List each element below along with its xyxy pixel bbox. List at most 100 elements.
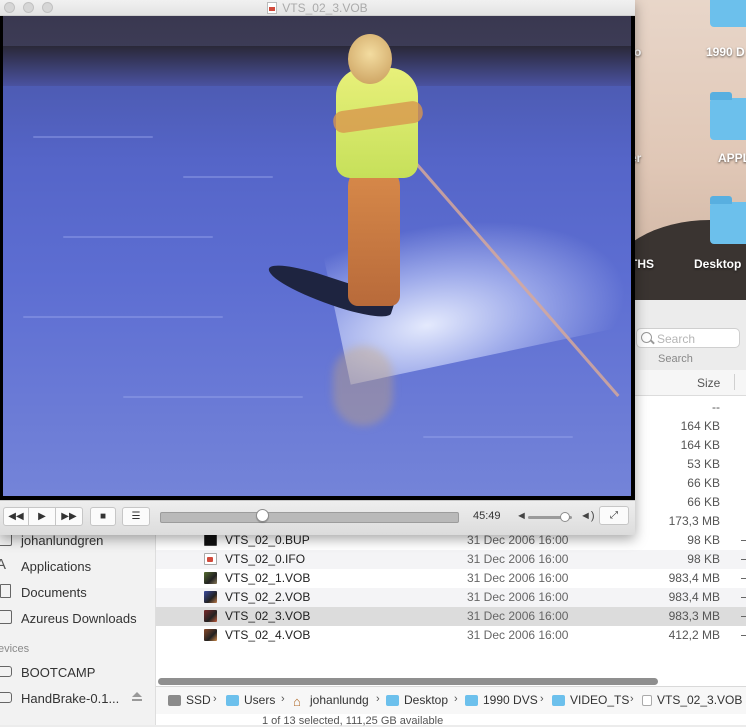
volume-high-icon[interactable]: ◄) (580, 510, 595, 522)
path-separator: › (630, 693, 634, 705)
file-name: VTS_02_1.VOB (225, 571, 311, 585)
applications-icon: A (0, 556, 7, 573)
file-kind (741, 597, 746, 598)
folder-icon (0, 610, 12, 624)
size-cell: 164 KB (680, 438, 720, 452)
file-size: 98 KB (687, 533, 720, 547)
size-cell: 53 KB (687, 457, 720, 471)
documents-icon (0, 584, 11, 598)
path-item-home[interactable]: johanlundg (293, 693, 369, 707)
sidebar-item-label: Azureus Downloads (21, 611, 137, 626)
video-frame[interactable] (3, 16, 631, 496)
table-row[interactable]: VTS_02_1.VOB 31 Dec 2006 16:00 983,4 MB (156, 569, 746, 588)
desktop-item-label[interactable]: Desktop (694, 257, 741, 271)
size-column-header[interactable]: Size (630, 370, 746, 396)
search-input[interactable]: Search (636, 328, 740, 348)
video-skier-head (348, 34, 392, 84)
desktop-folder-icon[interactable] (690, 92, 746, 158)
file-kind (741, 540, 746, 541)
sidebar-item-handbrake[interactable]: HandBrake-0.1... (0, 687, 155, 709)
rewind-button[interactable]: ◀◀ (3, 507, 29, 526)
stop-button[interactable]: ■ (90, 507, 116, 526)
path-item-video-ts[interactable]: VIDEO_TS (552, 693, 629, 707)
file-name: VTS_02_3.VOB (225, 609, 311, 623)
sidebar-item-azureus-downloads[interactable]: Azureus Downloads (0, 607, 155, 629)
path-label: johanlundg (310, 693, 369, 707)
fast-forward-button[interactable]: ▶▶ (55, 507, 83, 526)
sidebar-item-label: Documents (21, 585, 87, 600)
horizontal-scrollbar[interactable] (158, 678, 658, 685)
path-item-users[interactable]: Users (226, 693, 275, 707)
document-icon (267, 2, 278, 14)
table-row[interactable]: VTS_02_0.IFO 31 Dec 2006 16:00 98 KB (156, 550, 746, 569)
playlist-button[interactable]: ☰ (122, 507, 150, 526)
path-item-ssd[interactable]: SSD (168, 693, 211, 707)
folder-icon (226, 695, 239, 706)
desktop-folder-icon[interactable] (690, 196, 746, 262)
file-date: 31 Dec 2006 16:00 (467, 533, 569, 547)
file-date: 31 Dec 2006 16:00 (467, 590, 569, 604)
path-label: 1990 DVS (483, 693, 538, 707)
size-cell: -- (712, 400, 720, 414)
file-name: VTS_02_2.VOB (225, 590, 311, 604)
file-date: 31 Dec 2006 16:00 (467, 628, 569, 642)
desktop-folder-icon[interactable] (690, 0, 746, 45)
file-name: VTS_02_0.IFO (225, 552, 306, 566)
desktop-item-label[interactable]: APPL (718, 151, 746, 165)
file-date: 31 Dec 2006 16:00 (467, 552, 569, 566)
drive-icon (168, 695, 181, 706)
path-item-1990-dvs[interactable]: 1990 DVS (465, 693, 538, 707)
path-item-desktop[interactable]: Desktop (386, 693, 448, 707)
video-wave (33, 136, 153, 138)
file-name: VTS_02_0.BUP (225, 533, 310, 547)
video-file-icon (204, 572, 217, 584)
table-row[interactable]: VTS_02_4.VOB 31 Dec 2006 16:00 412,2 MB (156, 626, 746, 645)
finder-sidebar: johanlundgren A Applications Documents A… (0, 532, 156, 725)
folder-icon (386, 695, 399, 706)
seek-bar[interactable] (160, 512, 459, 523)
play-button[interactable]: ▶ (28, 507, 56, 526)
search-icon (641, 332, 652, 343)
window-title: VTS_02_3.VOB (0, 1, 635, 15)
fullscreen-button[interactable]: ⤢ (599, 506, 629, 525)
window-title-text: VTS_02_3.VOB (282, 1, 368, 15)
sidebar-item-label: Applications (21, 559, 92, 574)
path-item-file[interactable]: VTS_02_3.VOB (642, 693, 742, 707)
sidebar-item-bootcamp[interactable]: BOOTCAMP (0, 661, 155, 683)
title-bar[interactable]: VTS_02_3.VOB (0, 0, 635, 16)
file-icon (642, 695, 652, 706)
file-size: 412,2 MB (668, 628, 720, 642)
sidebar-section-devices: evices (0, 643, 30, 655)
path-label: SSD (186, 693, 211, 707)
bup-file-icon (204, 534, 217, 546)
path-label: Desktop (404, 693, 449, 707)
search-placeholder: Search (657, 332, 696, 346)
ifo-file-icon (204, 553, 217, 565)
sidebar-item-label: HandBrake-0.1... (21, 691, 120, 706)
video-reflection (333, 346, 393, 426)
folder-icon (465, 695, 478, 706)
file-size: 983,3 MB (668, 609, 720, 623)
volume-low-icon[interactable]: ◄ (516, 510, 527, 522)
path-separator: › (213, 693, 217, 705)
table-row[interactable]: VTS_02_2.VOB 31 Dec 2006 16:00 983,4 MB (156, 588, 746, 607)
table-row-selected[interactable]: VTS_02_3.VOB 31 Dec 2006 16:00 983,3 MB (156, 607, 746, 626)
video-wave (63, 236, 213, 238)
desktop-item-label[interactable]: 1990 D (706, 45, 745, 59)
path-bar: SSD › Users › johanlundg › Desktop › 199… (156, 686, 746, 714)
video-wave (123, 396, 303, 398)
sidebar-item-documents[interactable]: Documents (0, 581, 155, 603)
path-separator: › (540, 693, 544, 705)
file-list: VTS_02_0.BUP 31 Dec 2006 16:00 98 KB VTS… (156, 531, 746, 645)
file-kind (741, 616, 746, 617)
sidebar-item-applications[interactable]: A Applications (0, 555, 155, 577)
sidebar-item-label: BOOTCAMP (21, 665, 96, 680)
size-header-label: Size (697, 376, 721, 390)
seek-handle[interactable] (255, 509, 269, 522)
path-label: VIDEO_TS (570, 693, 630, 707)
file-size: 98 KB (687, 552, 720, 566)
size-cell: 173,3 MB (668, 514, 720, 528)
path-separator: › (454, 693, 458, 705)
video-skier-legs (348, 166, 400, 306)
eject-icon[interactable] (132, 692, 142, 701)
